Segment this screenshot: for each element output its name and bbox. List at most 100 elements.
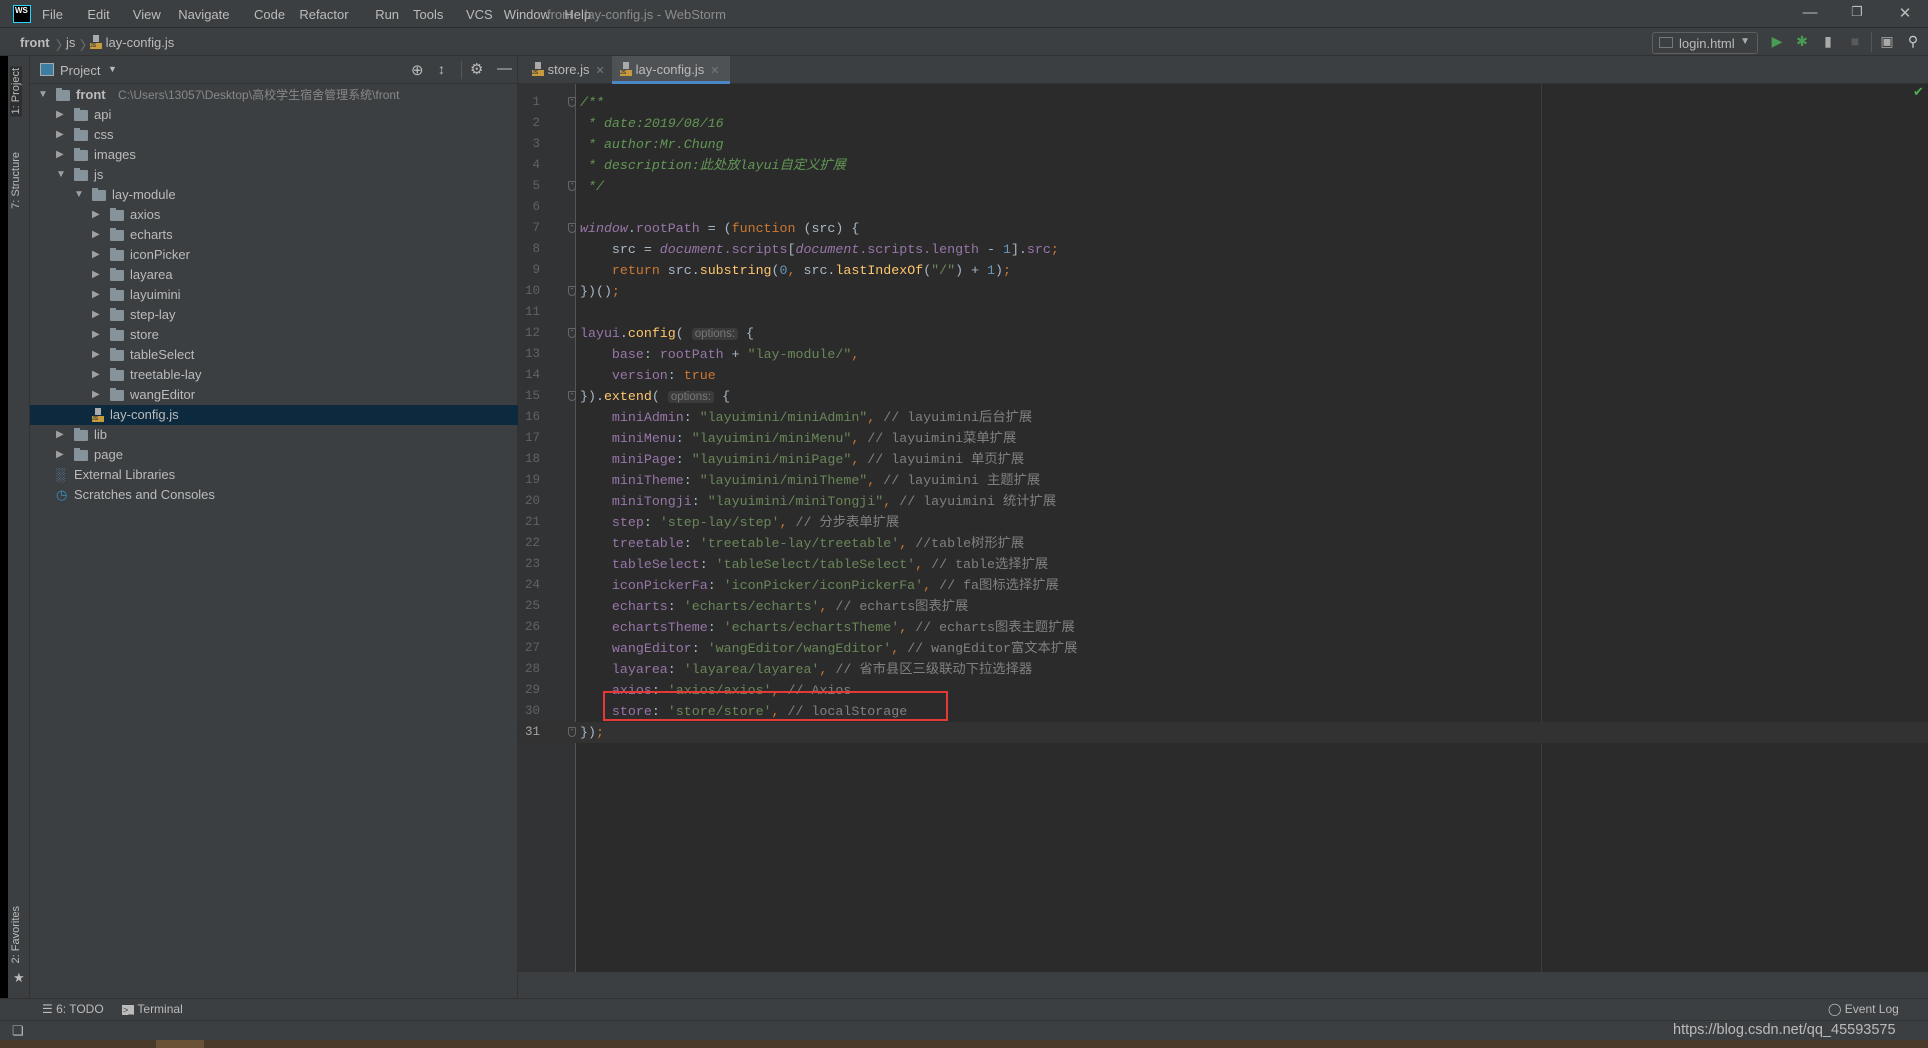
menu-run[interactable]: Run [375, 7, 399, 22]
fold-marker-icon[interactable]: - [568, 223, 576, 233]
code-line[interactable]: 21 step: 'step-lay/step', // 分步表单扩展 [518, 512, 1928, 533]
tree-item[interactable]: ▶ css [30, 125, 518, 145]
menu-edit[interactable]: Edit [87, 7, 109, 22]
menu-view[interactable]: View [133, 7, 161, 22]
code-line[interactable]: 8 src = document.scripts[document.script… [518, 239, 1928, 260]
code-line[interactable]: 16 miniAdmin: "layuimini/miniAdmin", // … [518, 407, 1928, 428]
menu-refactor[interactable]: Refactor [299, 7, 348, 22]
tree-item[interactable]: ░ External Libraries [30, 465, 518, 485]
project-view-selector[interactable]: Project [60, 63, 100, 78]
code-line[interactable]: 13 base: rootPath + "lay-module/", [518, 344, 1928, 365]
locate-file-icon[interactable]: ⊕ [411, 61, 424, 79]
tree-item[interactable]: ▼ js [30, 165, 518, 185]
expand-right-icon[interactable]: ▶ [56, 105, 64, 125]
code-line[interactable]: 4 * description:此处放layui自定义扩展 [518, 155, 1928, 176]
todo-tool-button[interactable]: ☰ 6: TODO [42, 1002, 104, 1016]
tree-item[interactable]: ▶ step-lay [30, 305, 518, 325]
code-line[interactable]: 1 -/** [518, 92, 1928, 113]
tree-item[interactable]: lay-config.js [30, 405, 518, 425]
inspection-ok-icon[interactable]: ✔ [1913, 84, 1924, 100]
expand-right-icon[interactable]: ▶ [92, 385, 100, 405]
expand-right-icon[interactable]: ▶ [56, 425, 64, 445]
code-line[interactable]: 9 return src.substring(0, src.lastIndexO… [518, 260, 1928, 281]
hide-panel-icon[interactable]: — [497, 60, 512, 77]
event-log-button[interactable]: ◯ Event Log [1828, 1002, 1899, 1016]
expand-right-icon[interactable]: ▶ [92, 305, 100, 325]
tree-item[interactable]: ▶ wangEditor [30, 385, 518, 405]
breadcrumb-js[interactable]: js [66, 35, 75, 50]
tree-item[interactable]: ▶ lib [30, 425, 518, 445]
collapse-all-icon[interactable]: ↕ [438, 61, 445, 77]
menu-navigate[interactable]: Navigate [178, 7, 229, 22]
expand-down-icon[interactable]: ▼ [74, 185, 84, 205]
run-configuration-dropdown[interactable]: login.html ▼ [1652, 32, 1758, 54]
run-icon[interactable]: ▶ [1767, 33, 1787, 53]
minimize-icon[interactable]: — [1800, 4, 1820, 24]
expand-right-icon[interactable]: ▶ [56, 145, 64, 165]
close-icon[interactable]: ✕ [1895, 4, 1915, 24]
tree-item[interactable]: ▶ images [30, 145, 518, 165]
tab-store-js[interactable]: store.js ✕ [524, 56, 610, 84]
expand-right-icon[interactable]: ▶ [92, 245, 100, 265]
code-line[interactable]: 18 miniPage: "layuimini/miniPage", // la… [518, 449, 1928, 470]
menu-file[interactable]: File [42, 7, 63, 22]
expand-down-icon[interactable]: ▼ [38, 85, 48, 105]
expand-right-icon[interactable]: ▶ [56, 445, 64, 465]
code-line[interactable]: 14 version: true [518, 365, 1928, 386]
code-line[interactable]: 26 echartsTheme: 'echarts/echartsTheme',… [518, 617, 1928, 638]
expand-right-icon[interactable]: ▶ [92, 365, 100, 385]
debug-icon[interactable]: ✱ [1792, 33, 1812, 53]
code-line[interactable]: 11 [518, 302, 1928, 323]
gear-icon[interactable]: ⚙ [470, 60, 483, 78]
fold-marker-icon[interactable]: - [568, 328, 576, 338]
expand-right-icon[interactable]: ▶ [92, 325, 100, 345]
expand-right-icon[interactable]: ▶ [92, 205, 100, 225]
tree-item[interactable]: ▶ layarea [30, 265, 518, 285]
search-icon[interactable]: ⚲ [1903, 33, 1923, 53]
tab-lay-config-js[interactable]: lay-config.js ✕ [612, 56, 730, 84]
code-line[interactable]: 15 -}).extend( options: { [518, 386, 1928, 407]
code-line[interactable]: 12 - layui.config( options: { [518, 323, 1928, 344]
tree-item[interactable]: ▶ axios [30, 205, 518, 225]
code-line[interactable]: 28 layarea: 'layarea/layarea', // 省市县区三级… [518, 659, 1928, 680]
expand-right-icon[interactable]: ▶ [92, 345, 100, 365]
menu-code[interactable]: Code [254, 7, 285, 22]
menu-vcs[interactable]: VCS [466, 7, 493, 22]
code-line[interactable]: 7 - window.rootPath = (function (src) { [518, 218, 1928, 239]
code-line[interactable]: 10 -})(); [518, 281, 1928, 302]
coverage-icon[interactable]: ▮ [1818, 33, 1838, 53]
tree-item[interactable]: ◷ Scratches and Consoles [30, 485, 518, 505]
toggle-tool-windows-icon[interactable]: ❏ [12, 1023, 24, 1039]
chevron-down-icon[interactable]: ▼ [108, 64, 117, 74]
fold-marker-icon[interactable]: - [568, 286, 576, 296]
terminal-tool-button[interactable]: >_ Terminal [122, 1002, 183, 1016]
fold-marker-icon[interactable]: - [568, 727, 576, 737]
breadcrumb-file[interactable]: lay-config.js [90, 35, 174, 50]
code-line[interactable]: 5 - */ [518, 176, 1928, 197]
tree-item[interactable]: ▶ treetable-lay [30, 365, 518, 385]
expand-down-icon[interactable]: ▼ [56, 165, 66, 185]
fold-marker-icon[interactable]: - [568, 97, 576, 107]
close-tab-icon[interactable]: ✕ [710, 65, 719, 77]
code-line[interactable]: 20 miniTongji: "layuimini/miniTongji", /… [518, 491, 1928, 512]
tree-item[interactable]: ▶ layuimini [30, 285, 518, 305]
tree-item[interactable]: ▶ tableSelect [30, 345, 518, 365]
expand-right-icon[interactable]: ▶ [56, 125, 64, 145]
code-line[interactable]: 24 iconPickerFa: 'iconPicker/iconPickerF… [518, 575, 1928, 596]
tree-item[interactable]: ▼ lay-module [30, 185, 518, 205]
tree-item[interactable]: ▶ api [30, 105, 518, 125]
code-line[interactable]: 3 * author:Mr.Chung [518, 134, 1928, 155]
code-line[interactable]: 19 miniTheme: "layuimini/miniTheme", // … [518, 470, 1928, 491]
fold-marker-icon[interactable]: - [568, 391, 576, 401]
tree-item[interactable]: ▶ page [30, 445, 518, 465]
editor[interactable]: store.js✕ lay-config.js✕ 1-/**2 * date:2… [518, 56, 1928, 972]
tree-item[interactable]: ▶ iconPicker [30, 245, 518, 265]
expand-right-icon[interactable]: ▶ [92, 285, 100, 305]
expand-right-icon[interactable]: ▶ [92, 225, 100, 245]
menu-window[interactable]: Window [504, 7, 550, 22]
code-line[interactable]: 27 wangEditor: 'wangEditor/wangEditor', … [518, 638, 1928, 659]
code-line[interactable]: 31 -}); [518, 722, 1928, 743]
code-line[interactable]: 25 echarts: 'echarts/echarts', // echart… [518, 596, 1928, 617]
restore-icon[interactable]: ❐ [1847, 4, 1867, 24]
code-line[interactable]: 2 * date:2019/08/16 [518, 113, 1928, 134]
